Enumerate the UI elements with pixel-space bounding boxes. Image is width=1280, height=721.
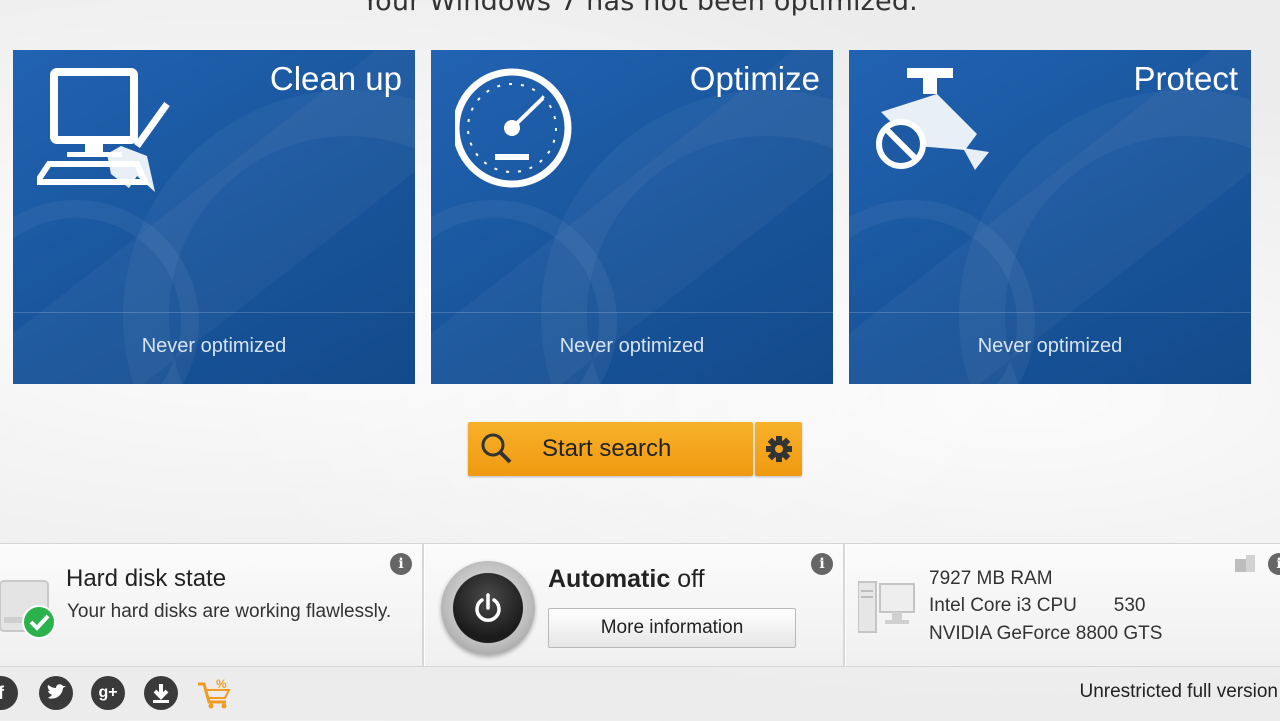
magnifier-icon: [478, 431, 518, 471]
facebook-icon[interactable]: f: [0, 676, 18, 710]
speedometer-icon: [452, 64, 585, 198]
tile-divider: [13, 312, 415, 313]
tile-status: Never optimized: [141, 335, 287, 357]
automatic-label: Automatic: [548, 565, 671, 593]
version-label: Unrestricted full version: [1079, 681, 1278, 702]
panel-separator: [422, 544, 425, 666]
power-button[interactable]: [453, 573, 523, 643]
power-toggle[interactable]: [441, 561, 535, 655]
system-ram: 7927 MB RAM: [929, 568, 1053, 589]
hard-disk-title: Hard disk state: [66, 565, 227, 592]
gear-icon: [766, 436, 792, 462]
info-icon[interactable]: i: [811, 553, 833, 575]
search-settings-button[interactable]: [755, 422, 802, 476]
surveillance-camera-blocked-icon: [867, 64, 997, 188]
svg-text:%: %: [216, 677, 227, 691]
computer-broom-icon: [31, 64, 187, 208]
hardware-details-icon[interactable]: [1234, 554, 1256, 574]
start-search-button[interactable]: Start search: [468, 422, 753, 476]
google-plus-icon[interactable]: g+: [91, 676, 125, 710]
automatic-state: off: [677, 565, 705, 593]
tile-divider: [431, 312, 833, 313]
info-icon[interactable]: i: [390, 553, 412, 575]
tile-title: Clean up: [269, 60, 402, 97]
tile-status: Never optimized: [977, 335, 1123, 357]
tile-protect[interactable]: Protect Never optimized: [849, 50, 1251, 384]
info-icon[interactable]: i: [1268, 553, 1280, 575]
tile-status: Never optimized: [559, 335, 705, 357]
tile-optimize[interactable]: Optimize Never optimized: [431, 50, 833, 384]
download-icon[interactable]: [144, 676, 178, 710]
more-information-button[interactable]: More information: [548, 608, 796, 648]
system-cpu: Intel Core i3 CPU 530: [929, 595, 1146, 616]
tile-title: Optimize: [689, 60, 820, 97]
cart-percent-icon[interactable]: %: [196, 676, 234, 710]
hard-disk-check-icon: [0, 577, 60, 645]
tile-clean-up[interactable]: Clean up Never optimized: [13, 50, 415, 384]
status-panel: Hard disk state Your hard disks are work…: [0, 543, 1280, 667]
tile-divider: [849, 312, 1251, 313]
start-search-label: Start search: [542, 435, 672, 462]
twitter-icon[interactable]: [39, 676, 73, 710]
tile-title: Protect: [1133, 60, 1238, 97]
hard-disk-status-text: Your hard disks are working flawlessly.: [67, 601, 392, 622]
power-icon: [475, 593, 501, 622]
panel-separator: [843, 544, 846, 666]
automatic-status: Automatic off: [548, 565, 705, 594]
page-headline: Your Windows 7 has not been optimized.: [362, 0, 918, 17]
system-gpu: NVIDIA GeForce 8800 GTS: [929, 623, 1163, 644]
computer-icon: [857, 578, 918, 642]
